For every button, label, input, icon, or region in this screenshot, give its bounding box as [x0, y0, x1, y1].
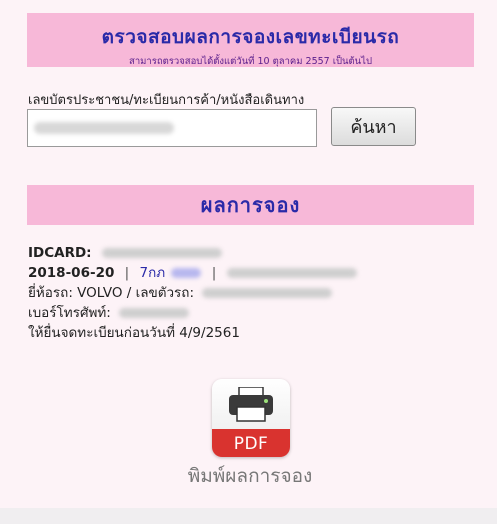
- page-title: ตรวจสอบผลการจองเลขทะเบียนรถ: [101, 26, 400, 48]
- header-banner: ตรวจสอบผลการจองเลขทะเบียนรถ สามารถตรวจสอ…: [27, 13, 474, 67]
- separator: |: [211, 265, 217, 281]
- redacted-chassis-number: [202, 288, 333, 298]
- redacted-idcard: [101, 248, 222, 258]
- phone-label: เบอร์โทรศัพท์:: [28, 305, 111, 321]
- redacted-plate-info: [226, 268, 357, 278]
- search-button[interactable]: ค้นหา: [331, 107, 416, 146]
- plate-prefix: 7กภ: [139, 265, 166, 281]
- idcard-label: IDCARD:: [28, 245, 92, 261]
- redacted-phone: [119, 308, 190, 318]
- page-footer-strip: [0, 508, 497, 524]
- result-title: ผลการจอง: [200, 193, 301, 217]
- separator: |: [124, 265, 130, 281]
- pdf-label: PDF: [233, 434, 269, 454]
- booking-date: 2018-06-20: [28, 265, 115, 281]
- result-details: IDCARD: 2018-06-20 | 7กภ | ยี่ห้อรถ: VOL…: [28, 243, 468, 343]
- booking-line: 2018-06-20 | 7กภ |: [28, 263, 468, 283]
- deadline-line: ให้ยื่นจดทะเบียนก่อนวันที่ 4/9/2561: [28, 323, 468, 343]
- result-banner: ผลการจอง: [27, 185, 474, 225]
- vehicle-info: ยี่ห้อรถ: VOLVO / เลขตัวรถ:: [28, 285, 195, 301]
- phone-line: เบอร์โทรศัพท์:: [28, 303, 468, 323]
- idcard-line: IDCARD:: [28, 243, 468, 263]
- print-result-button[interactable]: PDF พิมพ์ผลการจอง: [150, 377, 350, 492]
- deadline-text: ให้ยื่นจดทะเบียนก่อนวันที่ 4/9/2561: [28, 325, 240, 341]
- page: ตรวจสอบผลการจองเลขทะเบียนรถ สามารถตรวจสอ…: [0, 0, 497, 524]
- search-input[interactable]: [27, 109, 317, 147]
- redacted-plate-number: [171, 268, 202, 278]
- redacted-input-value: [34, 122, 174, 134]
- printer-icon: [229, 387, 273, 422]
- page-subtitle: สามารถตรวจสอบได้ตั้งแต่วันที่ 10 ตุลาคม …: [129, 56, 372, 67]
- search-label: เลขบัตรประชาชน/ทะเบียนการค้า/หนังสือเดิน…: [28, 93, 305, 108]
- vehicle-line: ยี่ห้อรถ: VOLVO / เลขตัวรถ:: [28, 283, 468, 303]
- print-result-label[interactable]: พิมพ์ผลการจอง: [150, 461, 350, 491]
- pdf-printer-icon[interactable]: PDF: [212, 379, 290, 457]
